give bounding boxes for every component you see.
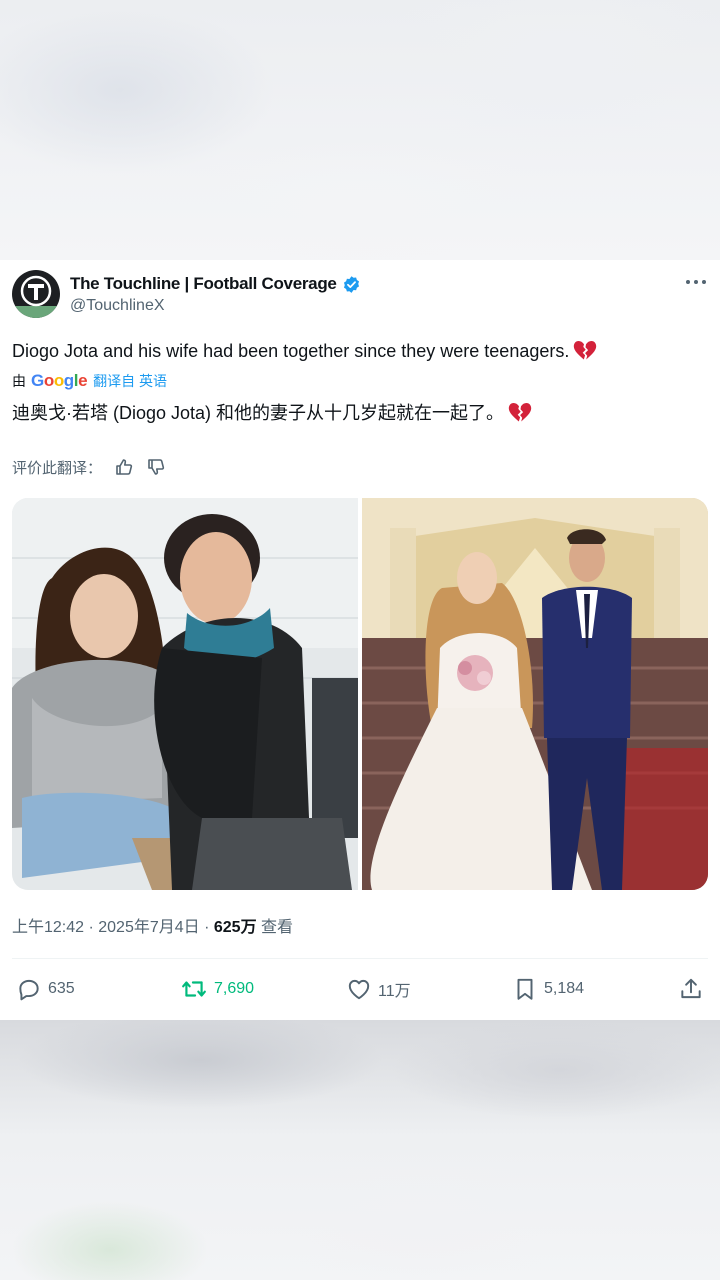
tweet-card[interactable]: The Touchline | Football Coverage @Touch… — [0, 260, 720, 1020]
share-button[interactable] — [678, 976, 710, 1002]
verified-badge-icon — [343, 275, 359, 293]
views-label: 查看 — [256, 919, 294, 936]
reply-count: 635 — [48, 980, 75, 997]
author-handle[interactable]: @TouchlineX — [70, 297, 165, 315]
translated-from-link[interactable]: 翻译自 英语 — [93, 371, 167, 391]
thumbs-up-icon[interactable] — [114, 457, 134, 477]
timestamp[interactable]: 上午12:42 · 2025年7月4日 · — [12, 919, 214, 936]
translated-by-label: 由 — [12, 373, 26, 389]
bookmark-button[interactable]: 5,184 — [512, 976, 584, 1002]
like-button[interactable]: 11万 — [346, 976, 411, 1002]
retweet-count: 7,690 — [214, 980, 255, 997]
blurred-background-bottom — [0, 1020, 720, 1280]
tweet-text: Diogo Jota and his wife had been togethe… — [12, 340, 597, 362]
broken-heart-icon — [508, 403, 532, 422]
rate-translation-label: 评价此翻译： — [12, 459, 103, 477]
teen-couple-photo[interactable] — [12, 498, 358, 890]
tweet-media[interactable] — [12, 498, 708, 890]
like-count: 11万 — [378, 983, 411, 1000]
rate-translation-row: 评价此翻译： — [12, 456, 166, 478]
views-count: 625万 — [213, 919, 257, 936]
avatar[interactable] — [12, 270, 60, 318]
bookmark-count: 5,184 — [544, 980, 585, 997]
more-dots-icon[interactable] — [684, 274, 708, 290]
translation-attribution: 由 Google 翻译自 英语 — [12, 371, 167, 391]
reply-icon — [19, 979, 39, 1001]
tweet-meta: 上午12:42 · 2025年7月4日 · 625万 查看 — [12, 913, 293, 937]
google-logo: Google — [31, 371, 88, 390]
wedding-photo[interactable] — [362, 498, 708, 890]
translated-tweet-text: 迪奥戈·若塔 (Diogo Jota) 和他的妻子从十几岁起就在一起了。 — [12, 399, 532, 425]
bookmark-icon — [517, 978, 533, 1000]
share-icon — [681, 978, 701, 999]
broken-heart-icon — [574, 341, 597, 360]
display-name[interactable]: The Touchline | Football Coverage — [70, 274, 337, 294]
tweet-text-content: Diogo Jota and his wife had been togethe… — [12, 341, 570, 361]
translated-text-content: 迪奥戈·若塔 (Diogo Jota) 和他的妻子从十几岁起就在一起了。 — [12, 403, 505, 423]
author-name-row[interactable]: The Touchline | Football Coverage — [70, 272, 361, 296]
touchline-logo-icon — [20, 275, 52, 307]
retweet-icon — [182, 981, 206, 997]
thumbs-down-icon[interactable] — [146, 457, 166, 477]
divider — [12, 958, 708, 959]
reply-button[interactable]: 635 — [16, 976, 75, 1002]
heart-icon — [348, 979, 370, 1000]
retweet-button[interactable]: 7,690 — [180, 976, 254, 1002]
blurred-background-top — [0, 0, 720, 260]
